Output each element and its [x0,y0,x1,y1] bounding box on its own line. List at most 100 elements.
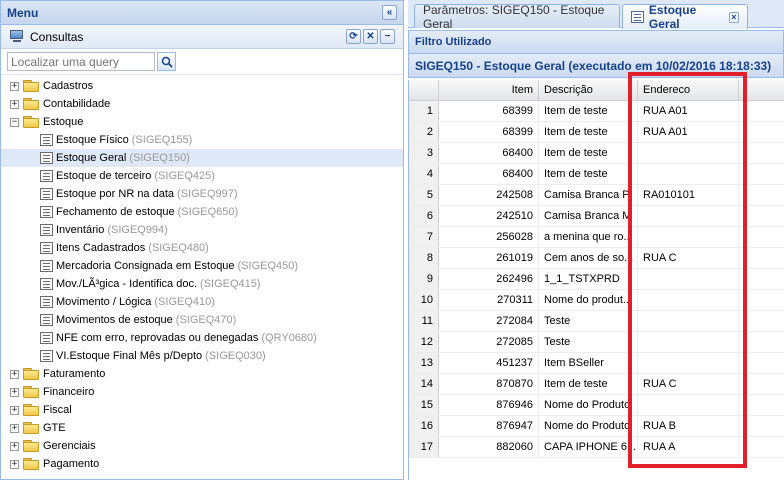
expand-toggle-icon[interactable]: + [10,441,19,451]
table-row[interactable]: 5 242508 Camisa Branca P RA010101 [409,185,784,206]
search-icon[interactable] [157,52,176,71]
item-cell: 68399 [439,101,539,121]
tree-folder-label: Contabilidade [43,98,111,110]
row-number-cell: 7 [409,227,439,247]
tree-folder[interactable]: + Fiscal [1,401,403,419]
table-row[interactable]: 15 876946 Nome do Produto [409,395,784,416]
tab-close-icon[interactable]: × [728,11,739,23]
tab-estoque-geral[interactable]: Estoque Geral × [622,3,748,31]
tree-folder[interactable]: + Pagamento [1,455,403,473]
table-row[interactable]: 2 68399 Item de teste RUA A01 [409,122,784,143]
tree-query-item[interactable]: Estoque por NR na data (SIGEQ997) [1,185,403,203]
descricao-cell: Teste [539,311,638,331]
tree-folder[interactable]: + Financeiro [1,383,403,401]
grid-header-filler [739,80,784,100]
item-cell: 272085 [439,332,539,352]
tree-folder[interactable]: + GTE [1,419,403,437]
table-row[interactable]: 13 451237 Item BSeller [409,353,784,374]
tree-query-label: Movimentos de estoque [56,314,173,326]
descricao-cell: Camisa Branca M [539,206,638,226]
table-row[interactable]: 6 242510 Camisa Branca M [409,206,784,227]
table-row[interactable]: 9 262496 1_1_TSTXPRD [409,269,784,290]
expand-toggle-icon[interactable]: + [10,99,19,109]
table-row[interactable]: 16 876947 Nome do Produto RUA B [409,416,784,437]
tree-query-item[interactable]: Mov./LÃ³gica - Identifica doc. (SIGEQ415) [1,275,403,293]
tree-query-item[interactable]: Movimento / Lógica (SIGEQ410) [1,293,403,311]
refresh-icon[interactable]: ⟳ [346,29,361,44]
filler-cell [739,332,784,352]
query-search-input[interactable] [7,52,155,71]
row-number-cell: 1 [409,101,439,121]
descricao-cell: Item de teste [539,164,638,184]
tree-query-item[interactable]: Movimentos de estoque (SIGEQ470) [1,311,403,329]
item-cell: 876946 [439,395,539,415]
tree-folder[interactable]: − Estoque [1,113,403,131]
item-cell: 870870 [439,374,539,394]
tree-query-label: Fechamento de estoque [56,206,175,218]
filler-cell [739,311,784,331]
tree-query-label: Mov./LÃ³gica - Identifica doc. [56,278,198,290]
double-chevron-left-icon[interactable]: « [382,5,397,20]
table-row[interactable]: 1 68399 Item de teste RUA A01 [409,101,784,122]
table-row[interactable]: 11 272084 Teste [409,311,784,332]
tree-query-item[interactable]: Inventário (SIGEQ994) [1,221,403,239]
table-row[interactable]: 4 68400 Item de teste [409,164,784,185]
expand-toggle-icon[interactable]: + [10,405,19,415]
folder-icon [23,404,39,416]
filler-cell [739,395,784,415]
tree-query-label: Estoque de terceiro [56,170,152,182]
endereco-cell: RUA C [638,248,739,268]
filter-bar[interactable]: Filtro Utilizado [408,30,784,54]
filler-cell [739,437,784,457]
tree-query-item[interactable]: Itens Cadastrados (SIGEQ480) [1,239,403,257]
row-number-cell: 13 [409,353,439,373]
tree-query-code: (QRY0680) [261,332,317,344]
report-icon [40,260,53,272]
table-row[interactable]: 10 270311 Nome do produt... [409,290,784,311]
tree-query-code: (SIGEQ997) [177,188,238,200]
tree-folder[interactable]: + Contabilidade [1,95,403,113]
filler-cell [739,122,784,142]
column-header-descricao[interactable]: Descrição [539,80,638,100]
table-row[interactable]: 7 256028 a menina que ro... [409,227,784,248]
report-icon [40,188,53,200]
column-header-item[interactable]: Item [439,80,539,100]
tree-query-label: Estoque Geral [56,152,127,164]
tree-folder[interactable]: + Gerenciais [1,437,403,455]
tree-folder[interactable]: + Faturamento [1,365,403,383]
table-row[interactable]: 3 68400 Item de teste [409,143,784,164]
report-icon [40,332,53,344]
tree-query-item[interactable]: Estoque Físico (SIGEQ155) [1,131,403,149]
item-cell: 68400 [439,164,539,184]
collapse-toggle-icon[interactable]: − [10,117,19,127]
tree-query-item[interactable]: Mercadoria Consignada em Estoque (SIGEQ45… [1,257,403,275]
expand-toggle-icon[interactable]: + [10,81,19,91]
endereco-cell: RUA A01 [638,122,739,142]
tree-query-label: VI.Estoque Final Mês p/Depto [56,350,203,362]
tree-query-item[interactable]: VI.Estoque Final Mês p/Depto (SIGEQ030) [1,347,403,365]
expand-toggle-icon[interactable]: + [10,369,19,379]
item-cell: 261019 [439,248,539,268]
grid-body: 1 68399 Item de teste RUA A01 2 68399 Item de … [409,101,784,458]
tree-folder[interactable]: + Cadastros [1,77,403,95]
endereco-cell [638,206,739,226]
results-grid: Item Descrição Endereco 1 68399 Item de te… [408,80,784,480]
table-row[interactable]: 14 870870 Item de teste RUA C [409,374,784,395]
collapse-icon[interactable]: − [380,29,395,44]
tree-query-item[interactable]: Estoque de terceiro (SIGEQ425) [1,167,403,185]
tab-parametros[interactable]: Parâmetros: SIGEQ150 - Estoque Geral [414,3,620,31]
tree-query-item[interactable]: Fechamento de estoque (SIGEQ650) [1,203,403,221]
table-row[interactable]: 17 882060 CAPA IPHONE 6... RUA A [409,437,784,458]
expand-toggle-icon[interactable]: + [10,459,19,469]
close-icon[interactable]: ✕ [363,29,378,44]
column-header-endereco[interactable]: Endereco [638,80,739,100]
expand-toggle-icon[interactable]: + [10,423,19,433]
tree-query-item[interactable]: NFE com erro, reprovadas ou denegadas (QR… [1,329,403,347]
table-row[interactable]: 12 272085 Teste [409,332,784,353]
report-icon [40,170,53,182]
filler-cell [739,143,784,163]
tree-query-item[interactable]: Estoque Geral (SIGEQ150) [1,149,403,167]
expand-toggle-icon[interactable]: + [10,387,19,397]
table-row[interactable]: 8 261019 Cem anos de so... RUA C [409,248,784,269]
filler-cell [739,248,784,268]
